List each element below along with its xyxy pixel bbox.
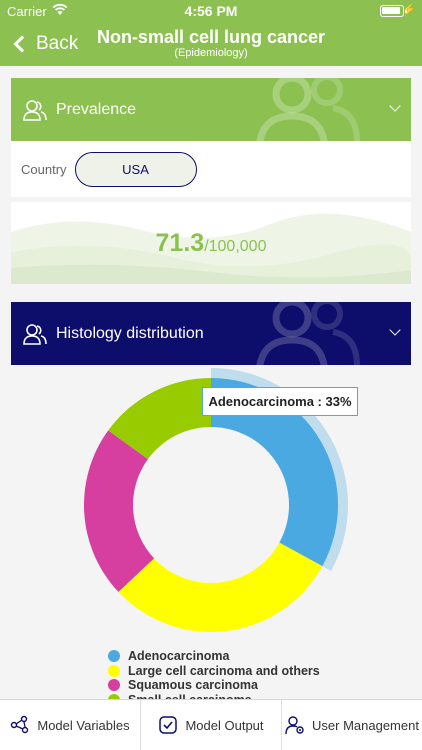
legend-label: Large cell carcinoma and others: [128, 663, 320, 678]
legend-label: Squamous carcinoma: [128, 678, 258, 693]
clock: 4:56 PM: [184, 3, 238, 19]
histology-section-header[interactable]: Histology distribution: [11, 302, 411, 365]
tab-label: Model Output: [185, 717, 264, 733]
legend-swatch: [108, 679, 120, 692]
tab-label: Model Variables: [37, 717, 130, 733]
tab-model-variables[interactable]: Model Variables: [0, 700, 140, 750]
navigation-bar: Carrier 4:56 PM ⚡ Back Non-small cell lu…: [0, 0, 422, 66]
histology-title: Histology distribution: [56, 324, 204, 342]
country-label: Country: [21, 161, 67, 177]
people-icon: [23, 323, 47, 345]
prevalence-rate-card: 71.3/100,000: [11, 202, 411, 284]
checkbox-icon: [159, 716, 178, 734]
network-icon: [11, 715, 29, 734]
country-row: Country USA: [11, 141, 411, 197]
page-title: Non-small cell lung cancer: [96, 27, 326, 47]
people-icon: [23, 99, 47, 121]
legend-swatch: [108, 664, 120, 677]
legend-label: Adenocarcinoma: [128, 649, 230, 664]
legend-item[interactable]: Large cell carcinoma and others: [108, 664, 320, 679]
prevalence-rate: 71.3/100,000: [11, 229, 411, 258]
chevron-down-icon: [389, 100, 401, 112]
tab-user-management[interactable]: User Management: [281, 700, 422, 750]
page-subtitle: (Epidemiology): [174, 47, 248, 59]
people-watermark-icon: [256, 302, 360, 365]
tab-model-output[interactable]: Model Output: [140, 700, 281, 750]
chart-legend: Adenocarcinoma Large cell carcinoma and o…: [108, 649, 320, 699]
legend-swatch: [108, 650, 120, 663]
country-selector[interactable]: USA: [74, 151, 197, 187]
rate-value: 71.3: [155, 229, 205, 257]
legend-item[interactable]: Adenocarcinoma: [108, 649, 320, 664]
chevron-down-icon: [389, 324, 401, 336]
rate-unit: /100,000: [204, 238, 267, 255]
charging-icon: ⚡: [402, 4, 416, 16]
user-gear-icon: [285, 716, 304, 735]
tab-bar: Model Variables Model Output User Manage…: [0, 699, 422, 750]
status-bar: Carrier 4:56 PM ⚡: [0, 0, 422, 22]
prevalence-title: Prevalence: [56, 100, 137, 118]
prevalence-section-header[interactable]: Prevalence: [11, 78, 411, 141]
tab-label: User Management: [312, 717, 419, 733]
people-watermark-icon: [256, 78, 360, 141]
chart-tooltip: Adenocarcinoma : 33%: [202, 387, 358, 416]
battery-icon: [380, 5, 407, 17]
legend-item[interactable]: Squamous carcinoma: [108, 678, 320, 693]
